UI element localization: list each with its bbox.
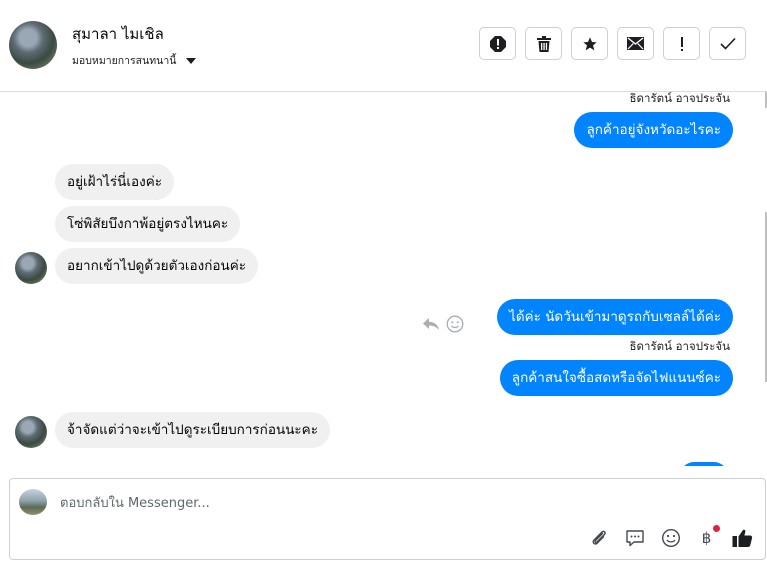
reply-icon[interactable] [422,315,440,333]
star-button[interactable] [571,27,608,60]
page-avatar [19,489,47,515]
smile-icon[interactable] [659,526,682,549]
exclamation-icon [680,36,683,51]
message-bubble-outgoing[interactable]: ลูกค้าอยู่จังหวัดอะไรคะ [574,112,733,148]
composer-tools: ฿ [587,525,754,549]
trash-icon [536,35,551,52]
message-bubble-outgoing[interactable]: ลูกค้าสนใจซื้อสดหรือจัดไฟแนนซ์คะ [499,360,733,396]
avatar[interactable] [15,416,47,448]
smile-icon[interactable] [446,315,464,333]
user-name[interactable]: สุมาลา ไมเชิล [72,22,164,46]
message-bubble-incoming[interactable]: จ้าจัดแต่ว่าจะเข้าไปดูระเบียบการก่อนนะคะ [55,412,330,448]
message-bubble-incoming[interactable]: โซ่พิสัยบึงกาพ้อยู่ตรงไหนคะ [55,206,241,242]
mark-done-button[interactable] [709,27,746,60]
baht-symbol: ฿ [701,528,712,547]
envelope-icon [627,37,644,50]
comment-icon[interactable] [623,526,646,549]
message-bubble-outgoing-partial[interactable] [680,462,728,466]
avatar[interactable] [9,21,57,69]
paperclip-icon[interactable] [587,526,610,549]
thumbs-up-icon[interactable] [731,526,754,549]
avatar[interactable] [15,252,47,284]
star-icon [582,36,597,50]
spam-button[interactable] [479,27,516,60]
baht-icon[interactable]: ฿ [695,525,720,549]
caret-down-icon [186,57,197,64]
notification-dot [713,525,720,532]
action-toolbar [479,27,746,60]
mark-important-button[interactable] [663,27,700,60]
message-bubble-incoming[interactable]: อยากเข้าไปดูด้วยตัวเองก่อนค่ะ [55,248,259,284]
sender-label: ธิดารัตน์ อาจประจัน [629,339,730,353]
reply-input[interactable] [58,495,462,512]
message-thread[interactable]: ธิดารัตน์ อาจประจัน ลูกค้าอยู่จังหวัดอะไ… [0,92,767,466]
delete-button[interactable] [525,27,562,60]
checkmark-icon [719,37,736,50]
sender-label: ธิดารัตน์ อาจประจัน [629,92,730,105]
assign-conversation-dropdown[interactable]: มอบหมายการสนทนานี้ [72,52,197,69]
message-bubble-outgoing[interactable]: ได้ค่ะ นัดวันเข้ามาดูรถกับเซลล์ได้ค่ะ [497,299,733,335]
conversation-header: สุมาลา ไมเชิล มอบหมายการสนทนานี้ [0,0,767,92]
message-bubble-incoming[interactable]: อยู่เฝ้าไร่นี่เองค่ะ [55,164,174,200]
mark-unread-button[interactable] [617,27,654,60]
alert-octagon-icon [489,35,506,52]
reply-composer: ฿ [9,478,766,560]
assign-label: มอบหมายการสนทนานี้ [72,55,177,67]
